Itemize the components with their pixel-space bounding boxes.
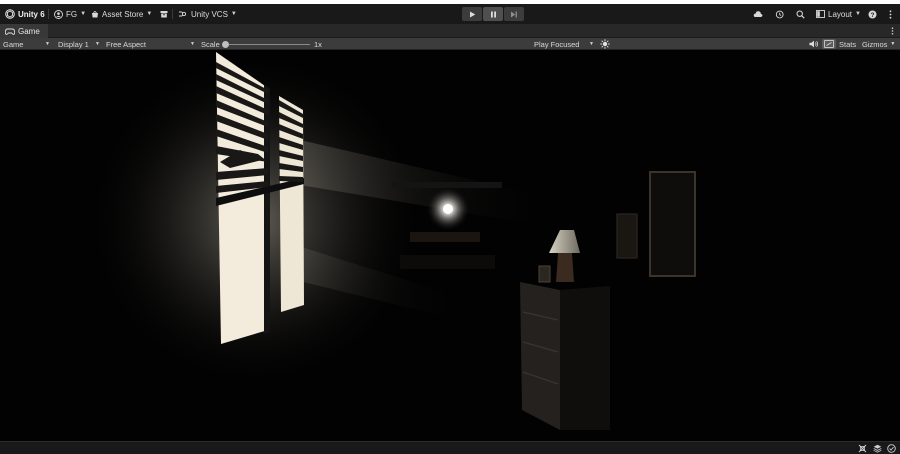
main-toolbar: Unity 6 FG ▼ Asset Store ▼ Unity VCS ▼ L… [0, 4, 900, 24]
table-lamp-base [556, 253, 574, 282]
chevron-down-icon: ▼ [230, 11, 237, 17]
gizmos-toggle[interactable]: Gizmos ▼ [862, 38, 895, 50]
more-icon [891, 27, 894, 35]
layers-button[interactable] [872, 443, 883, 454]
play-icon [469, 11, 476, 18]
svg-text:?: ? [871, 12, 875, 19]
play-button[interactable] [462, 7, 482, 21]
layout-label: Layout [828, 9, 853, 19]
chevron-down-icon: ▼ [855, 11, 861, 17]
dresser [520, 282, 560, 430]
chevron-down-icon: ▼ [589, 41, 594, 47]
debug-button[interactable] [857, 443, 868, 454]
asset-store-dropdown[interactable]: Asset Store ▼ [91, 4, 152, 24]
main-menu-button[interactable] [889, 4, 892, 24]
asset-store-label: Asset Store [102, 9, 144, 19]
sun-icon [600, 39, 610, 49]
play-mode-label: Play Focused [534, 39, 580, 49]
photo-frame [538, 265, 551, 283]
game-tab-row: Game [0, 24, 900, 38]
divider [172, 9, 173, 19]
game-view-toolbar: Game ▼ Display 1 ▼ Free Aspect ▼ Scale 1… [0, 38, 900, 50]
scale-label: Scale [201, 39, 220, 49]
lighting-toggle[interactable] [598, 39, 612, 49]
step-button[interactable] [504, 7, 524, 21]
chevron-down-icon: ▼ [890, 41, 896, 47]
vcs-dropdown[interactable]: Unity VCS ▼ [178, 4, 237, 24]
light-bulb-core [443, 204, 453, 214]
check-circle-icon [887, 444, 896, 453]
status-check-button[interactable] [886, 443, 897, 454]
vcs-icon [178, 10, 188, 18]
app-title: Unity 6 [18, 9, 45, 19]
back-table [410, 232, 480, 242]
account-dropdown[interactable]: FG ▼ [54, 4, 86, 24]
package-manager-button[interactable] [160, 4, 168, 24]
wall-picture [616, 213, 638, 259]
unity-menu[interactable]: Unity 6 [5, 4, 45, 24]
view-mode-label: Game [3, 39, 24, 49]
tab-options-button[interactable] [891, 24, 894, 38]
view-mode-dropdown[interactable]: Game ▼ [3, 38, 53, 50]
display-label: Display 1 [58, 39, 89, 49]
search-icon [796, 10, 805, 19]
tab-game-label: Game [18, 26, 40, 36]
play-controls [462, 7, 524, 21]
layout-icon [816, 10, 825, 18]
chevron-down-icon: ▼ [190, 41, 195, 47]
account-label: FG [66, 9, 78, 19]
pause-button[interactable] [483, 7, 503, 21]
chevron-down-icon: ▼ [146, 11, 153, 17]
cloud-button[interactable] [753, 4, 763, 24]
scale-slider-track[interactable] [224, 43, 310, 45]
asset-store-icon [91, 10, 99, 18]
search-button[interactable] [796, 4, 805, 24]
gizmos-label: Gizmos [862, 39, 888, 49]
maximize-toggle[interactable] [822, 39, 836, 49]
scale-slider-handle[interactable] [222, 40, 229, 48]
history-button[interactable] [775, 4, 784, 24]
layout-dropdown[interactable]: Layout ▼ [816, 4, 861, 24]
wall-painting [649, 171, 696, 277]
tab-game[interactable]: Game [0, 24, 48, 38]
maximize-icon [824, 40, 834, 48]
back-furniture [400, 255, 495, 269]
scale-value: 1x [314, 39, 322, 49]
status-bar [0, 441, 900, 454]
display-dropdown[interactable]: Display 1 ▼ [58, 38, 103, 50]
package-icon [160, 10, 168, 18]
aspect-dropdown[interactable]: Free Aspect ▼ [106, 38, 196, 50]
game-viewport[interactable] [0, 50, 900, 441]
unity-logo-icon [5, 9, 15, 19]
layers-icon [873, 444, 882, 453]
stats-toggle[interactable]: Stats [839, 38, 856, 50]
dresser-side [560, 286, 610, 430]
cloud-icon [753, 10, 763, 18]
more-icon [889, 9, 892, 19]
play-mode-dropdown[interactable]: Play Focused ▼ [534, 38, 596, 50]
pause-icon [490, 11, 497, 18]
chevron-down-icon: ▼ [95, 41, 100, 47]
help-button[interactable]: ? [868, 4, 877, 24]
history-icon [775, 10, 784, 19]
step-icon [510, 11, 518, 18]
game-controller-icon [5, 28, 15, 35]
account-icon [54, 9, 63, 19]
table-lamp-shade [549, 230, 580, 253]
aspect-label: Free Aspect [106, 39, 147, 49]
mute-audio-toggle[interactable] [807, 39, 821, 49]
debug-icon [858, 444, 867, 453]
game-render [85, 50, 696, 430]
help-icon: ? [868, 10, 877, 19]
chevron-down-icon: ▼ [45, 41, 50, 47]
audio-icon [809, 40, 819, 48]
vcs-label: Unity VCS [191, 9, 228, 19]
divider [48, 9, 49, 19]
chevron-down-icon: ▼ [80, 11, 87, 17]
